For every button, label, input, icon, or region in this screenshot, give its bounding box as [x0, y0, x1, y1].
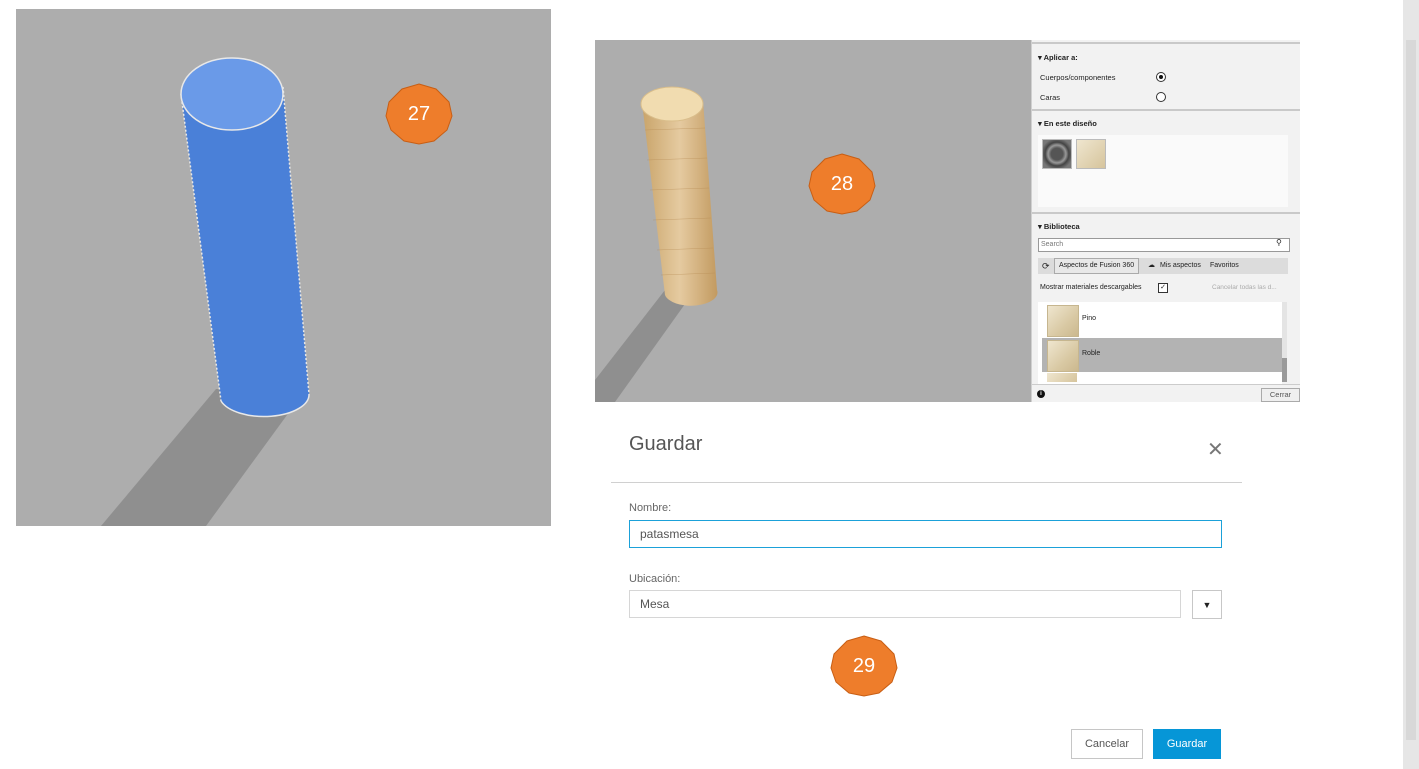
- name-label: Nombre:: [629, 502, 672, 514]
- faces-label: Caras: [1040, 93, 1061, 102]
- tab-fusion-appearances[interactable]: Aspectos de Fusion 360: [1054, 258, 1140, 274]
- save-button[interactable]: Guardar: [1153, 729, 1221, 759]
- show-downloadable-checkbox[interactable]: ✓: [1158, 283, 1168, 293]
- appearance-panel: ▾ Aplicar a: Cuerpos/componentes Caras ▾…: [1031, 40, 1300, 402]
- in-design-area: [1038, 135, 1288, 207]
- name-input[interactable]: patasmesa: [629, 520, 1222, 548]
- library-tabs: ⟳ Aspectos de Fusion 360 ☁ Mis aspectos …: [1038, 258, 1288, 274]
- library-heading[interactable]: ▾ Biblioteca: [1038, 222, 1080, 231]
- step-badge-28: 28: [808, 153, 876, 215]
- bodies-components-label: Cuerpos/componentes: [1040, 73, 1116, 82]
- cylinder-top: [180, 57, 284, 131]
- material-swatch: [1047, 340, 1079, 372]
- tab-my-appearances[interactable]: Mis aspectos: [1160, 258, 1201, 274]
- dialog-divider: [611, 482, 1242, 483]
- cylinder-body: [181, 87, 310, 417]
- step-badge-27: 27: [385, 83, 453, 145]
- in-design-heading[interactable]: ▾ En este diseño: [1038, 119, 1097, 128]
- material-thumb-metal[interactable]: [1042, 139, 1072, 169]
- step-badge-29: 29: [830, 635, 898, 697]
- dialog-title: Guardar: [629, 433, 703, 455]
- wood-body: [642, 100, 718, 306]
- library-search-input[interactable]: Search: [1038, 238, 1290, 252]
- blue-cylinder-render: [101, 57, 310, 526]
- info-icon[interactable]: i: [1037, 390, 1045, 398]
- tab-favorites[interactable]: Favoritos: [1210, 258, 1239, 274]
- list-item-selected[interactable]: Roble: [1042, 338, 1282, 372]
- refresh-icon[interactable]: ⟳: [1042, 258, 1050, 274]
- show-downloadable-label: Mostrar materiales descargables: [1040, 284, 1142, 291]
- viewport-blue-cylinder[interactable]: [16, 9, 551, 526]
- faces-radio[interactable]: [1156, 92, 1166, 102]
- material-swatch-partial: [1047, 373, 1077, 382]
- wood-top: [640, 86, 704, 122]
- search-icon[interactable]: ⚲: [1276, 238, 1282, 247]
- cancel-button[interactable]: Cancelar: [1071, 729, 1143, 759]
- location-dropdown-button[interactable]: ▼: [1192, 590, 1222, 619]
- apply-to-heading[interactable]: ▾ Aplicar a:: [1038, 53, 1078, 62]
- material-thumb-wood[interactable]: [1076, 139, 1106, 169]
- page-scrollbar[interactable]: [1403, 0, 1419, 769]
- caret-down-icon: ▼: [1202, 599, 1212, 610]
- cancel-all-downloads-link[interactable]: Cancelar todas las d...: [1212, 284, 1277, 291]
- wood-shadow: [595, 290, 695, 402]
- close-panel-button[interactable]: Cerrar: [1261, 388, 1300, 402]
- bodies-components-radio[interactable]: [1156, 72, 1166, 82]
- material-list-scrollbar[interactable]: [1282, 302, 1287, 382]
- location-label: Ubicación:: [629, 573, 681, 585]
- material-name: Roble: [1082, 350, 1101, 357]
- viewport-wood-cylinder[interactable]: [595, 40, 1031, 402]
- list-item[interactable]: Pino: [1042, 303, 1282, 337]
- material-swatch: [1047, 305, 1079, 337]
- location-input[interactable]: Mesa: [629, 590, 1181, 618]
- material-name: Pino: [1082, 315, 1097, 322]
- close-icon[interactable]: ✕: [1207, 437, 1224, 462]
- cloud-icon: ☁: [1148, 262, 1155, 269]
- wood-cylinder-render: [595, 86, 718, 402]
